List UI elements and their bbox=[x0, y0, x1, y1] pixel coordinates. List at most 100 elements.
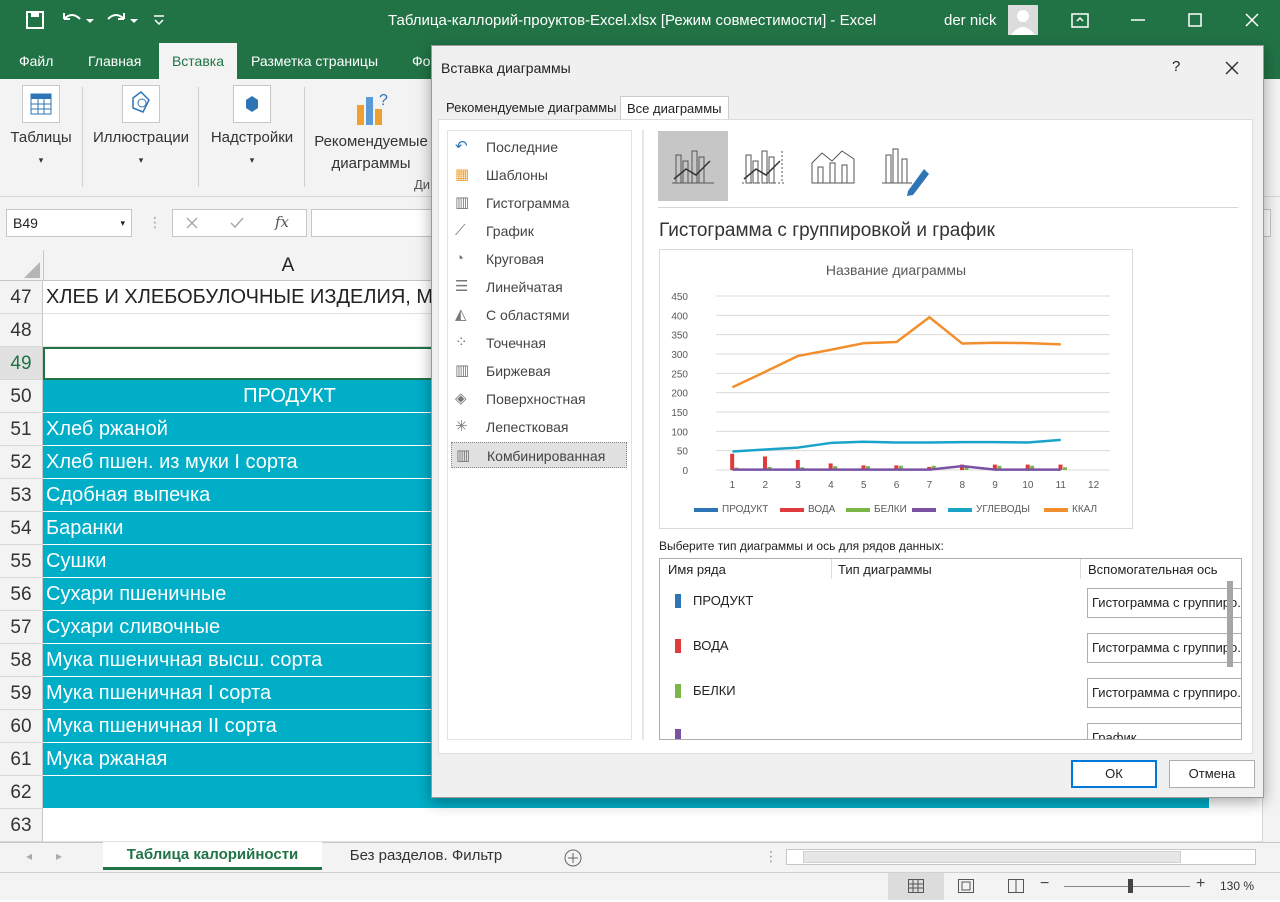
name-box[interactable]: B49 ▾ bbox=[6, 209, 132, 237]
row-header[interactable]: 55 bbox=[0, 545, 43, 578]
confirm-formula-icon[interactable] bbox=[229, 216, 245, 230]
series-chart-type-select[interactable]: Гистограмма с группиро... bbox=[1087, 633, 1241, 663]
row-header[interactable]: 58 bbox=[0, 644, 43, 677]
chart-category-item[interactable]: ◭ С областями bbox=[451, 302, 627, 328]
tab-insert[interactable]: Вставка bbox=[159, 43, 237, 79]
page-break-view-icon[interactable] bbox=[1008, 879, 1024, 893]
table-row[interactable]: Мука пшеничная I сорта bbox=[43, 677, 433, 710]
customize-qat-icon[interactable] bbox=[152, 13, 166, 27]
minimize-icon[interactable] bbox=[1129, 11, 1147, 29]
tab-all-charts[interactable]: Все диаграммы bbox=[620, 96, 729, 120]
chart-category-item[interactable]: ⟋ График bbox=[451, 218, 627, 244]
dialog-close-icon[interactable] bbox=[1224, 60, 1240, 76]
row-header[interactable]: 59 bbox=[0, 677, 43, 710]
chart-category-item[interactable]: ▦ Шаблоны bbox=[451, 162, 627, 188]
chart-category-item[interactable]: ◔ Круговая bbox=[451, 246, 627, 272]
horizontal-scrollbar[interactable] bbox=[786, 849, 1256, 865]
chart-category-label: С областями bbox=[486, 307, 570, 323]
row-header[interactable]: 63 bbox=[0, 809, 43, 842]
chart-category-item[interactable]: ▥ Биржевая bbox=[451, 358, 627, 384]
addins-button[interactable]: Надстройки ▾ bbox=[206, 85, 298, 171]
chart-category-item[interactable]: ▥ Комбинированная bbox=[451, 442, 627, 468]
table-row[interactable] bbox=[43, 809, 1262, 842]
add-sheet-icon[interactable] bbox=[563, 848, 583, 868]
undo-icon[interactable] bbox=[60, 11, 94, 29]
row-header[interactable]: 62 bbox=[0, 776, 43, 809]
table-row[interactable]: Мука ржаная bbox=[43, 743, 433, 776]
zoom-out-icon[interactable]: − bbox=[1040, 875, 1049, 893]
row-header[interactable]: 49 bbox=[0, 347, 43, 380]
row-header[interactable]: 50 bbox=[0, 380, 43, 413]
row-header[interactable]: 60 bbox=[0, 710, 43, 743]
chart-category-item[interactable]: ⁘ Точечная bbox=[451, 330, 627, 356]
ribbon-display-options-icon[interactable] bbox=[1071, 11, 1089, 29]
save-icon[interactable] bbox=[26, 11, 44, 29]
cancel-button[interactable]: Отмена bbox=[1169, 760, 1255, 788]
prev-sheet-icon[interactable]: ◂ bbox=[26, 849, 32, 863]
sheet-vertical-scrollbar[interactable] bbox=[1262, 250, 1280, 842]
maximize-icon[interactable] bbox=[1186, 11, 1204, 29]
row-header[interactable]: 53 bbox=[0, 479, 43, 512]
tab-home[interactable]: Главная bbox=[79, 43, 150, 79]
illustrations-button[interactable]: Иллюстрации ▾ bbox=[90, 85, 192, 171]
row-header[interactable]: 57 bbox=[0, 611, 43, 644]
table-row[interactable]: Сухари сливочные bbox=[43, 611, 433, 644]
zoom-level[interactable]: 130 % bbox=[1220, 879, 1254, 893]
table-row[interactable]: Хлеб пшен. из муки I сорта bbox=[43, 446, 433, 479]
close-icon[interactable] bbox=[1243, 11, 1261, 29]
tab-splitter-icon[interactable]: ⋮ bbox=[764, 848, 778, 865]
table-row[interactable]: Мука пшеничная II сорта bbox=[43, 710, 433, 743]
ok-button[interactable]: ОК bbox=[1071, 760, 1157, 788]
series-chart-type-select[interactable]: Гистограмма с группиро... bbox=[1087, 588, 1241, 618]
recommended-charts-button[interactable]: ? Рекомендуемые диаграммы bbox=[312, 85, 430, 175]
subtype-clustered-column-line-secondary[interactable] bbox=[728, 131, 798, 201]
chart-category-item[interactable]: ☰ Линейчатая bbox=[451, 274, 627, 300]
series-scroll-thumb[interactable] bbox=[1227, 581, 1233, 667]
series-chart-type-select[interactable]: Гистограмма с группиро... bbox=[1087, 678, 1241, 708]
table-row[interactable]: Баранки bbox=[43, 512, 433, 545]
help-icon[interactable]: ? bbox=[1172, 58, 1180, 75]
tab-page-layout[interactable]: Разметка страницы bbox=[242, 43, 387, 79]
table-row[interactable]: Сушки bbox=[43, 545, 433, 578]
series-chart-type-select[interactable]: График bbox=[1087, 723, 1241, 739]
avatar[interactable] bbox=[1008, 5, 1038, 35]
subtype-clustered-column-line[interactable] bbox=[658, 131, 728, 201]
tables-button[interactable]: Таблицы ▾ bbox=[6, 85, 76, 171]
sheet-tab-calories[interactable]: Таблица калорийности bbox=[103, 842, 322, 870]
row-header[interactable]: 54 bbox=[0, 512, 43, 545]
table-row[interactable]: Сухари пшеничные bbox=[43, 578, 433, 611]
chart-category-item[interactable]: ◈ Поверхностная bbox=[451, 386, 627, 412]
row-header[interactable]: 56 bbox=[0, 578, 43, 611]
next-sheet-icon[interactable]: ▸ bbox=[56, 849, 62, 863]
cancel-formula-icon[interactable] bbox=[185, 216, 199, 230]
row-header[interactable]: 52 bbox=[0, 446, 43, 479]
horizontal-scroll-thumb[interactable] bbox=[803, 851, 1181, 863]
redo-icon[interactable] bbox=[104, 11, 138, 29]
subtype-custom-combination[interactable] bbox=[868, 131, 938, 201]
tab-file[interactable]: Файл bbox=[10, 43, 62, 79]
table-row[interactable]: Мука пшеничная высш. сорта bbox=[43, 644, 433, 677]
row-header[interactable]: 61 bbox=[0, 743, 43, 776]
subtype-stacked-area-column[interactable] bbox=[798, 131, 868, 201]
chart-category-item[interactable]: ▥ Гистограмма bbox=[451, 190, 627, 216]
chart-category-item[interactable]: ↶ Последние bbox=[451, 134, 627, 160]
select-all-icon[interactable] bbox=[24, 262, 40, 278]
zoom-slider-thumb[interactable] bbox=[1128, 879, 1133, 893]
row-header[interactable]: 47 bbox=[0, 281, 43, 314]
insert-function-icon[interactable]: fx bbox=[275, 213, 289, 231]
table-row[interactable]: Сдобная выпечка bbox=[43, 479, 433, 512]
chart-category-item[interactable]: ✳ Лепестковая bbox=[451, 414, 627, 440]
normal-view-button[interactable] bbox=[888, 873, 944, 900]
row-header[interactable]: 51 bbox=[0, 413, 43, 446]
user-name[interactable]: der nick bbox=[944, 12, 997, 29]
page-layout-view-icon[interactable] bbox=[958, 879, 974, 893]
zoom-in-icon[interactable]: + bbox=[1196, 875, 1205, 893]
sheet-tab-filter[interactable]: Без разделов. Фильтр bbox=[330, 843, 522, 871]
splitter-dots-icon[interactable]: ⋮ bbox=[148, 214, 162, 231]
tab-recommended-charts[interactable]: Рекомендуемые диаграммы bbox=[440, 96, 623, 120]
zoom-slider[interactable] bbox=[1064, 886, 1190, 887]
chart-category-icon: ↶ bbox=[455, 138, 468, 155]
row-header[interactable]: 48 bbox=[0, 314, 43, 347]
chevron-down-icon[interactable]: ▾ bbox=[120, 210, 125, 236]
table-row[interactable]: Хлеб ржаной bbox=[43, 413, 433, 446]
